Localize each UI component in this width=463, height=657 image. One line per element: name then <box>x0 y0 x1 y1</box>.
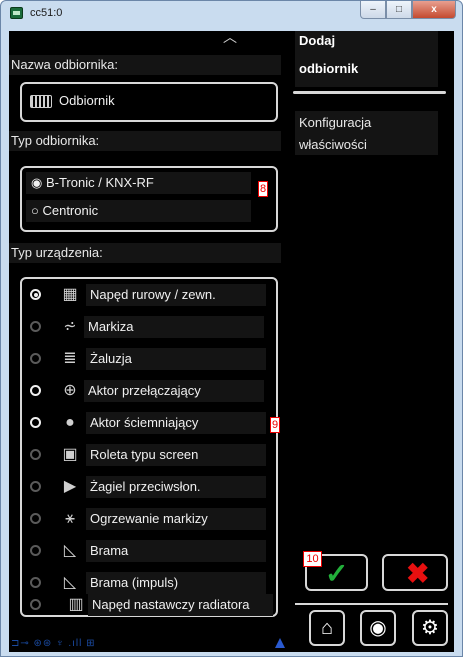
minimize-button[interactable]: – <box>360 1 386 19</box>
radio-empty <box>30 385 41 396</box>
receiver-type-option-btronic[interactable]: ◉ B-Tronic / KNX-RF <box>26 172 251 194</box>
receiver-type-option-centronic[interactable]: ○ Centronic <box>26 200 251 222</box>
side-panel: Dodaj odbiornik Konfiguracja właściwości… <box>292 31 454 652</box>
home-button[interactable]: ⌂ <box>309 610 345 646</box>
awning-icon: ⩫ <box>63 318 77 335</box>
page-title-line1: Dodaj <box>299 33 336 48</box>
alert-triangle-icon <box>275 638 285 648</box>
maximize-button[interactable]: □ <box>386 1 412 19</box>
page-title-line2: odbiornik <box>299 61 359 76</box>
app-window: cc51:0 – □ x ︿ Nazwa odbiornika: Odbiorn… <box>0 0 463 657</box>
radio-disabled <box>30 321 41 332</box>
radio-selected <box>30 289 41 300</box>
radiator-icon: ▥ <box>68 596 84 613</box>
radio-disabled <box>30 599 41 610</box>
receiver-name-value: Odbiornik <box>59 93 115 108</box>
device-option-radiator-actuator[interactable]: ▥ Napęd nastawczy radiatora <box>22 591 273 616</box>
device-option-blind[interactable]: ≣ Żaluzja <box>22 347 270 371</box>
globe-icon: ◉ <box>369 617 387 639</box>
device-option-awning[interactable]: ⩫ Markiza <box>22 315 270 339</box>
radio-selected-icon: ◉ <box>31 175 46 190</box>
device-option-dimmer-actuator[interactable]: ● Aktor ściemniający <box>22 411 270 435</box>
receiver-name-label: Nazwa odbiornika: <box>9 55 281 75</box>
marker-8: 8 <box>258 181 268 197</box>
window-controls: – □ x <box>360 1 456 19</box>
home-icon: ⌂ <box>320 617 334 639</box>
config-title-line1: Konfiguracja <box>299 115 372 130</box>
device-option-gate[interactable]: ◺ Brama <box>22 539 270 563</box>
roller-shutter-icon: ▦ <box>62 286 78 303</box>
keyboard-icon <box>30 95 52 108</box>
marker-9: 9 <box>270 417 280 433</box>
radio-empty <box>30 417 41 428</box>
window-title: cc51:0 <box>30 7 63 19</box>
sail-icon: ▶ <box>63 478 77 495</box>
title-bar: cc51:0 – □ x <box>1 1 462 25</box>
scroll-up-icon[interactable]: ︿ <box>223 31 237 45</box>
heater-icon: ⚹ <box>65 510 75 527</box>
title-divider <box>293 91 446 94</box>
client-area: ︿ Nazwa odbiornika: Odbiornik Typ odbior… <box>9 31 454 652</box>
receiver-type-group: ◉ B-Tronic / KNX-RF ○ Centronic 8 <box>20 166 278 232</box>
language-button[interactable]: ◉ <box>360 610 396 646</box>
device-type-label: Typ urządzenia: <box>9 243 281 263</box>
status-bar: ⊐⊸ ⊛⊛ ♆ .ıll ⊞ <box>11 638 96 649</box>
cancel-x-icon: ✖ <box>406 558 430 589</box>
radio-disabled <box>30 577 41 588</box>
gate-icon: ◺ <box>63 542 77 559</box>
switch-actuator-icon: ⊕ <box>63 382 77 399</box>
config-section: Konfiguracja właściwości <box>295 111 438 155</box>
radio-disabled <box>30 353 41 364</box>
cancel-button[interactable]: ✖ <box>382 554 448 591</box>
nav-divider <box>295 603 448 605</box>
device-option-switch-actuator[interactable]: ⊕ Aktor przełączający <box>22 379 270 403</box>
gate-impulse-icon: ◺ <box>63 574 77 591</box>
page-title-block: Dodaj odbiornik <box>295 31 438 87</box>
screen-icon: ▣ <box>62 446 78 463</box>
radio-disabled <box>30 449 41 460</box>
gear-icon: ⚙ <box>421 617 439 639</box>
receiver-name-field[interactable]: Odbiornik <box>20 82 278 122</box>
device-option-sail[interactable]: ▶ Żagiel przeciwsłon. <box>22 475 270 499</box>
app-icon <box>10 7 23 19</box>
radio-disabled <box>30 481 41 492</box>
marker-10: 10 <box>303 551 322 567</box>
device-type-group: ▦ Napęd rurowy / zewn. ⩫ Markiza ≣ Żaluz… <box>20 277 280 617</box>
config-title-line2: właściwości <box>299 137 367 152</box>
device-option-awning-heating[interactable]: ⚹ Ogrzewanie markizy <box>22 507 270 531</box>
radio-empty-icon: ○ <box>31 203 43 218</box>
receiver-type-label: Typ odbiornika: <box>9 131 281 151</box>
settings-button[interactable]: ⚙ <box>412 610 448 646</box>
device-option-tubular-drive[interactable]: ▦ Napęd rurowy / zewn. <box>22 283 270 307</box>
device-option-screen[interactable]: ▣ Roleta typu screen <box>22 443 270 467</box>
radio-disabled <box>30 545 41 556</box>
venetian-blind-icon: ≣ <box>63 350 77 367</box>
close-button[interactable]: x <box>412 1 456 19</box>
bulb-icon: ● <box>65 414 75 431</box>
check-icon: ✓ <box>325 558 349 589</box>
radio-disabled <box>30 513 41 524</box>
settings-panel: ︿ Nazwa odbiornika: Odbiornik Typ odbior… <box>9 31 288 652</box>
